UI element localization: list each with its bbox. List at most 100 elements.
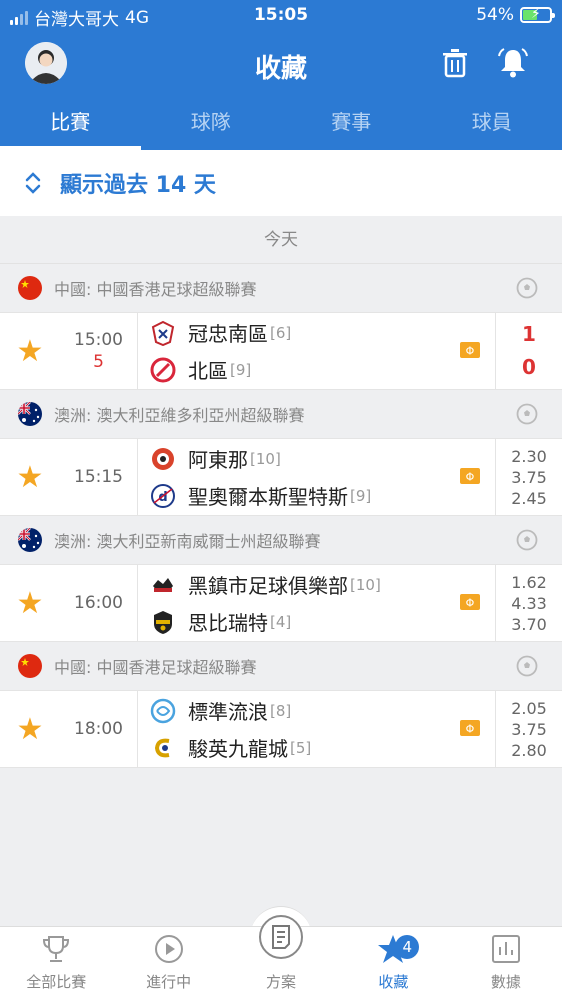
odds-away: 3.70 — [511, 614, 547, 634]
favorite-star-icon[interactable]: ★ — [0, 439, 60, 515]
nav-live[interactable]: 進行中 — [112, 927, 224, 1000]
team-logo-icon — [150, 698, 176, 723]
home-team: 黑鎮市足球俱樂部 [10] — [150, 570, 495, 599]
team-logo-icon — [152, 447, 174, 470]
favorite-star-icon[interactable]: ★ — [0, 691, 60, 767]
match-row[interactable]: ★ 15:00 5 冠忠南區 [6] 北區 [9] Φ 1 0 — [0, 312, 562, 390]
away-team: d 聖奧爾本斯聖特斯 [9] — [150, 481, 495, 510]
match-row[interactable]: ★ 16:00 黑鎮市足球俱樂部 [10] 思比瑞特 [4] Φ 1.62 4.33… — [0, 564, 562, 642]
odds-column: 1.62 4.33 3.70 — [495, 565, 562, 641]
team-logo-icon — [150, 357, 176, 382]
expand-collapse-icon — [25, 172, 41, 194]
nav-label: 進行中 — [146, 973, 192, 991]
odds-draw: 4.33 — [511, 593, 547, 613]
odds-icon[interactable]: Φ — [459, 467, 481, 485]
home-team-rank: [10] — [350, 575, 381, 594]
status-bar: 台灣大哥大 4G 15:05 54% ⚡ — [0, 0, 562, 32]
top-bar: 台灣大哥大 4G 15:05 54% ⚡ 收藏 比賽 球隊 賽事 球員 — [0, 0, 562, 150]
home-team: 標準流浪 [8] — [150, 696, 495, 725]
china-flag-icon — [18, 654, 42, 678]
away-team-rank: [9] — [230, 360, 252, 379]
odds-home: 2.30 — [511, 446, 547, 466]
away-team: 思比瑞特 [4] — [150, 607, 495, 636]
odds-draw: 3.75 — [511, 719, 547, 739]
away-team: 駿英九龍城 [5] — [150, 733, 495, 762]
day-header: 今天 — [0, 216, 562, 264]
odds-draw: 3.75 — [511, 467, 547, 487]
avatar[interactable] — [25, 42, 67, 84]
odds-column: 2.30 3.75 2.45 — [495, 439, 562, 515]
avatar-icon — [25, 42, 67, 84]
match-list: 中國: 中國香港足球超級聯賽 ★ 15:00 5 冠忠南區 [6] 北區 [9] Φ — [0, 264, 562, 768]
league-name: 澳洲: 澳大利亞新南威爾士州超級聯賽 — [54, 532, 321, 551]
odds-away: 2.80 — [511, 740, 547, 760]
away-team: 北區 [9] — [150, 355, 495, 384]
document-icon[interactable] — [258, 914, 304, 960]
svg-text:Φ: Φ — [466, 597, 475, 610]
league-header[interactable]: 澳洲: 澳大利亞維多利亞州超級聯賽 — [0, 390, 562, 438]
notification-button[interactable] — [496, 46, 530, 80]
home-team-rank: [8] — [270, 701, 292, 720]
nav-all-matches[interactable]: 全部比賽 — [0, 927, 112, 1000]
nav-label: 全部比賽 — [26, 973, 87, 991]
favorite-star-icon[interactable]: ★ — [0, 313, 60, 389]
home-team-name: 黑鎮市足球俱樂部 — [188, 574, 348, 598]
away-team-rank: [4] — [270, 612, 292, 631]
tab-teams[interactable]: 球隊 — [141, 100, 282, 150]
australia-flag-icon — [18, 402, 42, 426]
away-team-name: 北區 — [188, 359, 228, 383]
home-team-name: 標準流浪 — [188, 700, 268, 724]
match-time: 15:15 — [74, 467, 123, 487]
league-header[interactable]: 中國: 中國香港足球超級聯賽 — [0, 264, 562, 312]
odds-column: 2.05 3.75 2.80 — [495, 691, 562, 767]
away-team-name: 思比瑞特 — [188, 611, 268, 635]
svg-text:Φ: Φ — [466, 345, 475, 358]
bell-icon — [498, 48, 528, 78]
score-column: 1 0 — [495, 313, 562, 389]
match-time: 16:00 — [74, 593, 123, 613]
carrier-label: 台灣大哥大 — [34, 10, 119, 30]
nav-favorites[interactable]: 4 收藏 — [337, 927, 449, 1000]
league-group: 中國: 中國香港足球超級聯賽 ★ 15:00 5 冠忠南區 [6] 北區 [9] Φ — [0, 264, 562, 390]
svg-text:d: d — [158, 490, 167, 505]
odds-home: 2.05 — [511, 698, 547, 718]
nav-label: 收藏 — [378, 973, 409, 991]
battery-percent: 54% — [476, 5, 514, 25]
match-row[interactable]: ★ 18:00 標準流浪 [8] 駿英九龍城 [5] Φ 2.05 3.75 2.8… — [0, 690, 562, 768]
team-logo-icon — [151, 320, 175, 346]
svg-text:Φ: Φ — [466, 723, 475, 736]
soccer-ball-icon — [516, 529, 538, 551]
tab-players[interactable]: 球員 — [422, 100, 562, 150]
odds-icon[interactable]: Φ — [459, 341, 481, 359]
league-header[interactable]: 澳洲: 澳大利亞新南威爾士州超級聯賽 — [0, 516, 562, 564]
china-flag-icon — [18, 276, 42, 300]
soccer-ball-icon — [516, 655, 538, 677]
match-minute: 5 — [93, 352, 104, 372]
soccer-ball-icon — [516, 403, 538, 425]
nav-label: 方案 — [266, 973, 297, 991]
tab-matches[interactable]: 比賽 — [0, 100, 141, 150]
page-title: 收藏 — [254, 54, 307, 84]
nav-data[interactable]: 數據 — [450, 927, 562, 1000]
match-time: 18:00 — [74, 719, 123, 739]
home-team-rank: [10] — [250, 449, 281, 468]
date-range-filter[interactable]: 顯示過去 14 天 — [0, 150, 562, 216]
match-row[interactable]: ★ 15:15 阿東那 [10] d 聖奧爾本斯聖特斯 [9] Φ 2.30 3.7… — [0, 438, 562, 516]
odds-icon[interactable]: Φ — [459, 593, 481, 611]
odds-icon[interactable]: Φ — [459, 719, 481, 737]
favorite-star-icon[interactable]: ★ — [0, 565, 60, 641]
league-name: 澳洲: 澳大利亞維多利亞州超級聯賽 — [54, 406, 305, 425]
league-group: 澳洲: 澳大利亞維多利亞州超級聯賽 ★ 15:15 阿東那 [10] d 聖奧爾本… — [0, 390, 562, 516]
trash-button[interactable] — [438, 46, 472, 80]
match-time: 15:00 — [74, 330, 123, 350]
tab-bar: 比賽 球隊 賽事 球員 — [0, 100, 562, 150]
home-team-name: 阿東那 — [188, 448, 248, 472]
away-team-name: 駿英九龍城 — [188, 737, 288, 761]
league-header[interactable]: 中國: 中國香港足球超級聯賽 — [0, 642, 562, 690]
away-team-rank: [5] — [290, 738, 312, 757]
league-group: 澳洲: 澳大利亞新南威爾士州超級聯賽 ★ 16:00 黑鎮市足球俱樂部 [10] … — [0, 516, 562, 642]
svg-text:Φ: Φ — [466, 471, 475, 484]
team-logo-icon — [154, 738, 170, 757]
tab-competitions[interactable]: 賽事 — [281, 100, 422, 150]
chart-icon — [491, 935, 520, 963]
